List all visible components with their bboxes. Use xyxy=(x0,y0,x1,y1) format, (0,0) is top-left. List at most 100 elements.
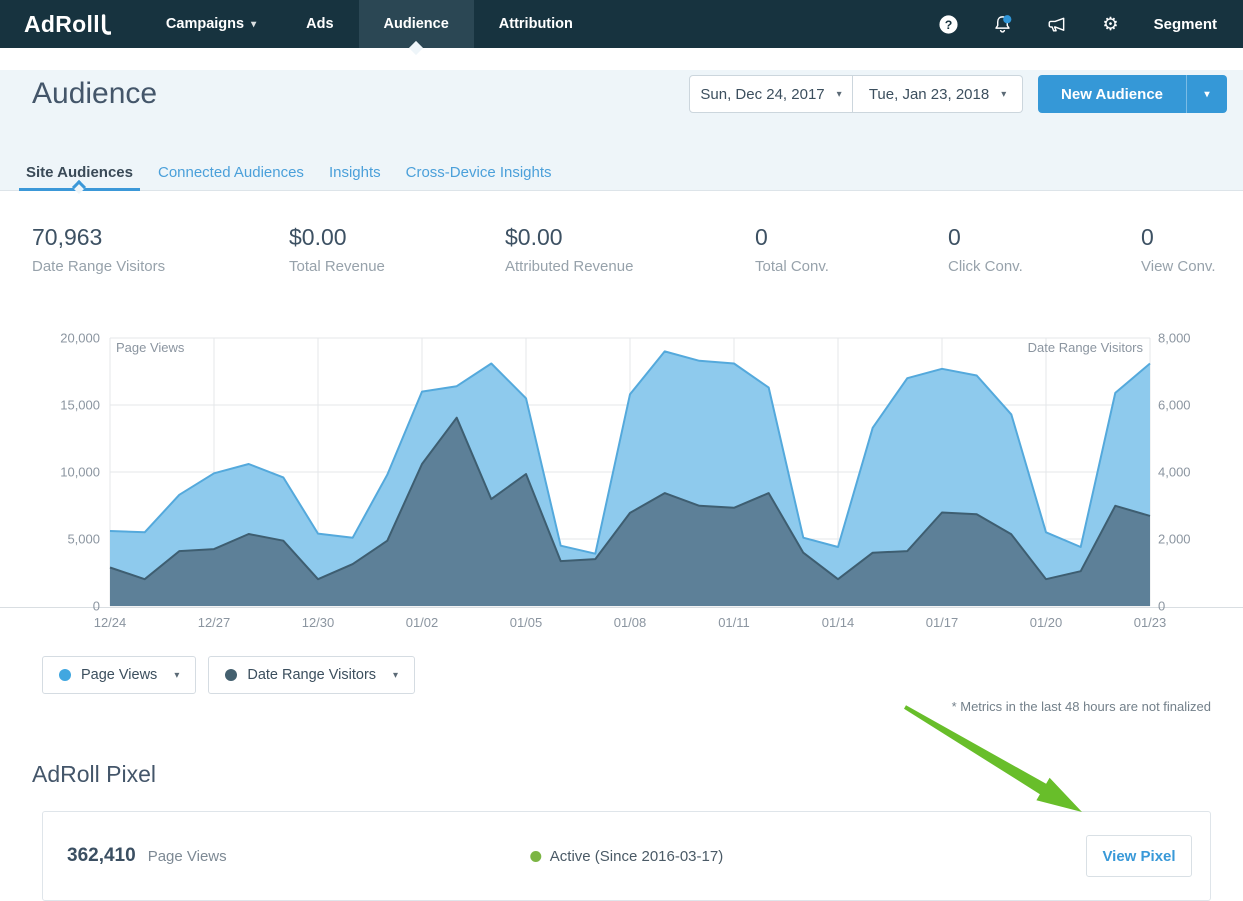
tab-insights-label: Insights xyxy=(329,164,381,181)
pixel-page-views-value: 362,410 xyxy=(67,845,136,867)
tab-connected-audiences-label: Connected Audiences xyxy=(158,164,304,181)
nav-item-attribution-label: Attribution xyxy=(499,16,573,32)
svg-text:01/11: 01/11 xyxy=(718,615,750,630)
page-views-series-dot xyxy=(59,669,71,681)
chevron-down-icon: ▾ xyxy=(1204,89,1209,100)
svg-text:12/30: 12/30 xyxy=(302,615,335,630)
date-range-picker: Sun, Dec 24, 2017 ▾ Tue, Jan 23, 2018 ▾ xyxy=(689,75,1023,113)
tab-site-audiences[interactable]: Site Audiences xyxy=(19,158,140,191)
stat-date-range-visitors: 70,963 Date Range Visitors xyxy=(32,224,289,275)
metrics-footnote: * Metrics in the last 48 hours are not f… xyxy=(0,699,1211,714)
stat-value: $0.00 xyxy=(289,224,505,250)
top-navbar: AdRoll Campaigns ▾ Ads Audience Attribut… xyxy=(0,0,1243,48)
stat-total-revenue: $0.00 Total Revenue xyxy=(289,224,505,275)
stat-value: 0 xyxy=(1141,224,1215,250)
header-top-row: Audience Sun, Dec 24, 2017 ▾ Tue, Jan 23… xyxy=(32,70,1227,118)
svg-text:01/02: 01/02 xyxy=(406,615,439,630)
nav-item-audience[interactable]: Audience xyxy=(359,0,474,48)
page-title: Audience xyxy=(32,77,157,111)
pixel-page-views-label: Page Views xyxy=(148,848,227,865)
svg-text:?: ? xyxy=(944,17,952,31)
nav-item-ads[interactable]: Ads xyxy=(281,0,358,48)
stat-label: Attributed Revenue xyxy=(505,258,755,275)
stat-view-conv: 0 View Conv. xyxy=(1141,224,1215,275)
stat-value: $0.00 xyxy=(505,224,755,250)
chevron-down-icon: ▾ xyxy=(174,670,179,681)
svg-text:01/17: 01/17 xyxy=(926,615,959,630)
svg-text:Date Range Visitors: Date Range Visitors xyxy=(1028,340,1144,355)
stat-label: Click Conv. xyxy=(948,258,1141,275)
pixel-status: Active (Since 2016-03-17) xyxy=(530,848,723,865)
stat-label: Date Range Visitors xyxy=(32,258,289,275)
audience-tabs: Site Audiences Connected Audiences Insig… xyxy=(19,158,559,191)
svg-text:01/23: 01/23 xyxy=(1134,615,1167,630)
chevron-down-icon: ▾ xyxy=(837,89,842,100)
svg-text:10,000: 10,000 xyxy=(60,465,100,480)
notification-dot xyxy=(1003,15,1011,23)
svg-text:6,000: 6,000 xyxy=(1158,398,1191,413)
notifications-bell-icon[interactable] xyxy=(992,14,1013,35)
new-audience-split-button: New Audience ▾ xyxy=(1038,75,1227,113)
pixel-card: 362,410 Page Views Active (Since 2016-03… xyxy=(42,811,1211,901)
svg-text:4,000: 4,000 xyxy=(1158,465,1191,480)
traffic-area-chart: 05,00010,00015,00020,00002,0004,0006,000… xyxy=(0,331,1243,631)
date-end-select[interactable]: Tue, Jan 23, 2018 ▾ xyxy=(853,75,1023,113)
new-audience-label: New Audience xyxy=(1061,86,1163,103)
svg-text:Page Views: Page Views xyxy=(116,340,185,355)
account-menu-segment[interactable]: Segment xyxy=(1154,16,1217,33)
svg-text:2,000: 2,000 xyxy=(1158,532,1191,547)
nav-item-attribution[interactable]: Attribution xyxy=(474,0,598,48)
date-start-select[interactable]: Sun, Dec 24, 2017 ▾ xyxy=(689,75,853,113)
stat-value: 70,963 xyxy=(32,224,289,250)
stat-value: 0 xyxy=(755,224,948,250)
tab-connected-audiences[interactable]: Connected Audiences xyxy=(151,158,311,191)
pixel-page-views: 362,410 Page Views xyxy=(67,845,227,867)
svg-text:⚙: ⚙ xyxy=(1102,14,1118,35)
svg-text:01/20: 01/20 xyxy=(1030,615,1063,630)
page-header: Audience Sun, Dec 24, 2017 ▾ Tue, Jan 23… xyxy=(0,70,1243,191)
legend-date-range-visitors-select[interactable]: Date Range Visitors ▾ xyxy=(208,656,415,694)
settings-gear-icon[interactable]: ⚙ xyxy=(1100,14,1121,35)
view-pixel-button[interactable]: View Pixel xyxy=(1086,835,1192,877)
stat-attributed-revenue: $0.00 Attributed Revenue xyxy=(505,224,755,275)
pixel-status-text: Active (Since 2016-03-17) xyxy=(550,848,723,865)
stat-click-conv: 0 Click Conv. xyxy=(948,224,1141,275)
svg-text:12/24: 12/24 xyxy=(94,615,127,630)
svg-text:0: 0 xyxy=(93,599,100,614)
view-pixel-label: View Pixel xyxy=(1102,848,1175,865)
date-start-value: Sun, Dec 24, 2017 xyxy=(700,86,824,103)
chart-legend-row: Page Views ▾ Date Range Visitors ▾ xyxy=(42,656,1243,694)
active-status-dot xyxy=(530,851,541,862)
stat-label: View Conv. xyxy=(1141,258,1215,275)
legend-page-views-label: Page Views xyxy=(81,667,157,683)
stat-label: Total Conv. xyxy=(755,258,948,275)
stat-total-conv: 0 Total Conv. xyxy=(755,224,948,275)
nav-item-campaigns[interactable]: Campaigns ▾ xyxy=(141,0,281,48)
tab-insights[interactable]: Insights xyxy=(322,158,388,191)
chevron-down-icon: ▾ xyxy=(393,670,398,681)
new-audience-menu-button[interactable]: ▾ xyxy=(1186,75,1227,113)
legend-date-range-visitors-label: Date Range Visitors xyxy=(247,667,376,683)
tab-site-audiences-label: Site Audiences xyxy=(26,164,133,181)
summary-stats-row: 70,963 Date Range Visitors $0.00 Total R… xyxy=(0,191,1243,275)
svg-text:20,000: 20,000 xyxy=(60,331,100,346)
help-icon[interactable]: ? xyxy=(938,14,959,35)
tab-cross-device-insights[interactable]: Cross-Device Insights xyxy=(399,158,559,191)
tab-cross-device-insights-label: Cross-Device Insights xyxy=(406,164,552,181)
svg-text:01/05: 01/05 xyxy=(510,615,543,630)
svg-text:0: 0 xyxy=(1158,599,1165,614)
svg-text:8,000: 8,000 xyxy=(1158,331,1191,346)
adroll-logo[interactable]: AdRoll xyxy=(0,10,141,38)
legend-page-views-select[interactable]: Page Views ▾ xyxy=(42,656,196,694)
announcements-megaphone-icon[interactable] xyxy=(1046,14,1067,35)
nav-item-audience-label: Audience xyxy=(384,16,449,32)
svg-text:5,000: 5,000 xyxy=(67,532,100,547)
svg-text:01/14: 01/14 xyxy=(822,615,855,630)
stat-label: Total Revenue xyxy=(289,258,505,275)
svg-text:01/08: 01/08 xyxy=(614,615,647,630)
pixel-section-heading: AdRoll Pixel xyxy=(32,759,1243,789)
chevron-down-icon: ▾ xyxy=(1001,89,1006,100)
stat-value: 0 xyxy=(948,224,1141,250)
new-audience-button[interactable]: New Audience xyxy=(1038,75,1186,113)
date-end-value: Tue, Jan 23, 2018 xyxy=(869,86,989,103)
